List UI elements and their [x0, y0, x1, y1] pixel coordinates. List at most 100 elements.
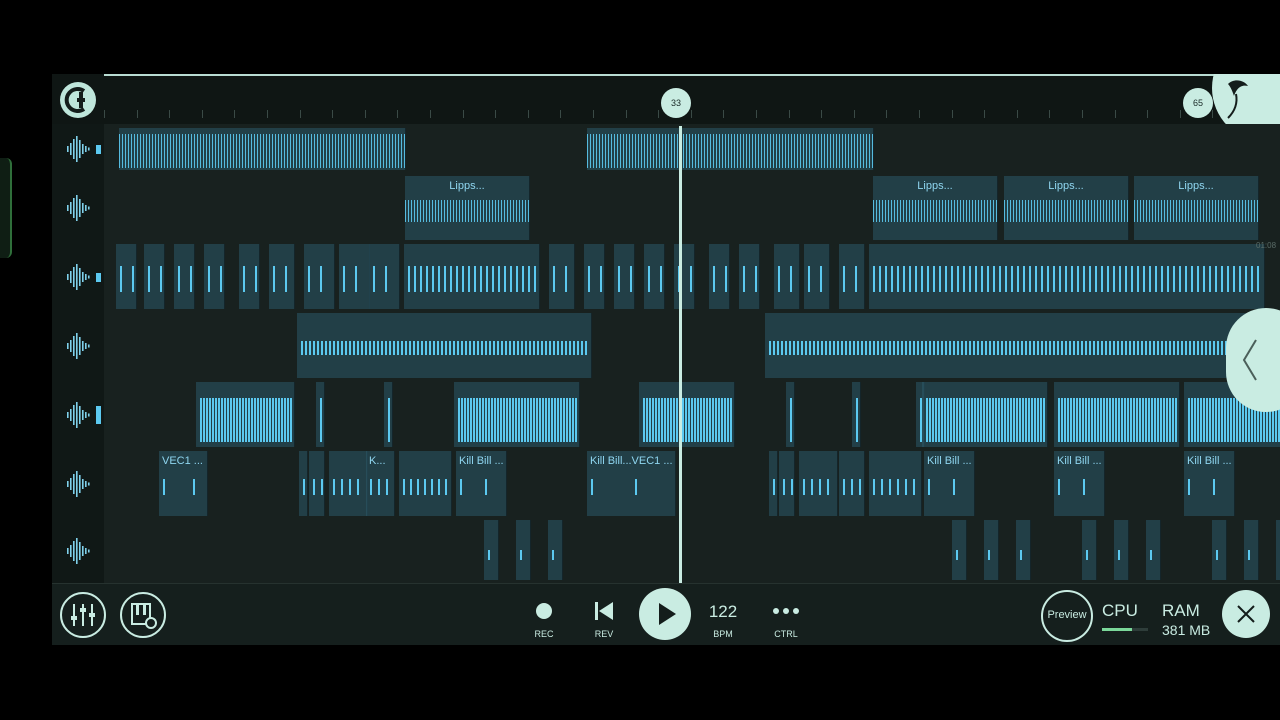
audio-clip[interactable]: [454, 382, 580, 447]
track-lane[interactable]: [104, 380, 1280, 450]
bar-marker-33[interactable]: 33: [661, 88, 691, 118]
record-button[interactable]: REC: [519, 596, 569, 641]
piano-roll-settings-button[interactable]: [120, 592, 166, 638]
audio-clip[interactable]: [765, 313, 1280, 378]
track-lane[interactable]: Lipps... Lipps... Lipps... Lipps...: [104, 174, 1280, 243]
track-lane[interactable]: [104, 518, 1280, 584]
audio-clip[interactable]: [549, 244, 575, 309]
audio-clip[interactable]: [309, 451, 325, 516]
audio-clip[interactable]: Kill Bill ...: [1054, 451, 1105, 516]
audio-clip[interactable]: [304, 244, 335, 309]
audio-clip[interactable]: [869, 244, 1265, 309]
audio-clip[interactable]: Kill Bill...VEC1 ...: [587, 451, 676, 516]
track-header[interactable]: [52, 242, 104, 312]
main-menu-button[interactable]: [60, 82, 96, 118]
audio-clip[interactable]: Kill Bill ...: [456, 451, 507, 516]
audio-clip[interactable]: [639, 382, 735, 447]
audio-clip[interactable]: [674, 244, 695, 309]
transient-mark: [1197, 398, 1199, 442]
audio-clip[interactable]: [839, 451, 865, 516]
audio-clip[interactable]: [399, 451, 452, 516]
audio-clip[interactable]: [116, 244, 137, 309]
audio-clip[interactable]: [587, 128, 874, 170]
close-button[interactable]: [1222, 590, 1270, 638]
audio-clip[interactable]: Lipps...: [405, 176, 530, 240]
playhead[interactable]: [679, 126, 682, 583]
audio-clip[interactable]: [922, 382, 1048, 447]
audio-clip[interactable]: [329, 451, 368, 516]
audio-clip[interactable]: [269, 244, 295, 309]
transient-mark: [1154, 398, 1156, 442]
audio-clip[interactable]: [548, 520, 563, 580]
audio-clip[interactable]: [516, 520, 531, 580]
audio-clip[interactable]: [614, 244, 635, 309]
audio-clip[interactable]: [1082, 520, 1097, 580]
audio-clip[interactable]: [404, 244, 540, 309]
track-lane[interactable]: VEC1 ... K... Kill Bill ... Kill Bill...VEC…: [104, 449, 1280, 519]
audio-clip[interactable]: K...: [366, 451, 395, 516]
transient-mark: [575, 398, 577, 442]
transient-mark: [355, 266, 357, 292]
mixer-button[interactable]: [60, 592, 106, 638]
audio-clip[interactable]: [1212, 520, 1227, 580]
transient-mark: [481, 341, 483, 355]
audio-clip[interactable]: [174, 244, 195, 309]
audio-clip[interactable]: [369, 244, 400, 309]
audio-clip[interactable]: [196, 382, 295, 447]
audio-clip[interactable]: [786, 382, 795, 447]
audio-clip[interactable]: [804, 244, 830, 309]
audio-clip[interactable]: [1146, 520, 1161, 580]
audio-clip[interactable]: [239, 244, 260, 309]
audio-clip[interactable]: [799, 451, 838, 516]
preview-button[interactable]: Preview: [1041, 590, 1093, 642]
audio-clip[interactable]: [644, 244, 665, 309]
audio-clip[interactable]: Lipps...: [1004, 176, 1129, 240]
side-panel-toggle[interactable]: [1226, 308, 1280, 412]
audio-clip[interactable]: [584, 244, 605, 309]
audio-clip[interactable]: [299, 451, 308, 516]
audio-clip[interactable]: [339, 244, 370, 309]
audio-clip[interactable]: [852, 382, 861, 447]
timeline-ruler[interactable]: 33 65: [104, 76, 1280, 124]
track-lane[interactable]: [104, 242, 1280, 312]
audio-clip[interactable]: [984, 520, 999, 580]
track-lane[interactable]: [104, 311, 1280, 381]
ctrl-button[interactable]: CTRL: [761, 596, 811, 641]
bpm-value[interactable]: 122: [698, 602, 748, 622]
audio-clip[interactable]: [774, 244, 800, 309]
track-header[interactable]: [52, 518, 104, 584]
track-lane[interactable]: [104, 124, 1280, 175]
bar-marker-65[interactable]: 65: [1183, 88, 1213, 118]
rewind-button[interactable]: REV: [579, 596, 629, 641]
audio-clip[interactable]: [779, 451, 795, 516]
track-header[interactable]: [52, 449, 104, 519]
audio-clip[interactable]: VEC1 ...: [159, 451, 208, 516]
audio-clip[interactable]: [769, 451, 778, 516]
audio-clip[interactable]: [144, 244, 165, 309]
audio-clip[interactable]: [1016, 520, 1031, 580]
audio-clip[interactable]: [739, 244, 760, 309]
audio-clip[interactable]: [1054, 382, 1180, 447]
track-header[interactable]: [52, 380, 104, 450]
audio-clip[interactable]: Kill Bill ...: [1184, 451, 1235, 516]
audio-clip[interactable]: [1276, 520, 1280, 580]
track-header[interactable]: [52, 124, 104, 175]
audio-clip[interactable]: [204, 244, 225, 309]
audio-clip[interactable]: [484, 520, 499, 580]
track-header[interactable]: [52, 174, 104, 243]
play-button[interactable]: [639, 588, 691, 640]
audio-clip[interactable]: [1244, 520, 1259, 580]
audio-clip[interactable]: Lipps...: [1134, 176, 1259, 240]
audio-clip[interactable]: [952, 520, 967, 580]
audio-clip[interactable]: [1114, 520, 1129, 580]
audio-clip[interactable]: [316, 382, 325, 447]
audio-clip[interactable]: Kill Bill ...: [924, 451, 975, 516]
audio-clip[interactable]: Lipps...: [873, 176, 998, 240]
audio-clip[interactable]: [119, 128, 406, 170]
audio-clip[interactable]: [384, 382, 393, 447]
track-header[interactable]: [52, 311, 104, 381]
audio-clip[interactable]: [709, 244, 730, 309]
audio-clip[interactable]: [839, 244, 865, 309]
audio-clip[interactable]: [297, 313, 592, 378]
audio-clip[interactable]: [869, 451, 922, 516]
